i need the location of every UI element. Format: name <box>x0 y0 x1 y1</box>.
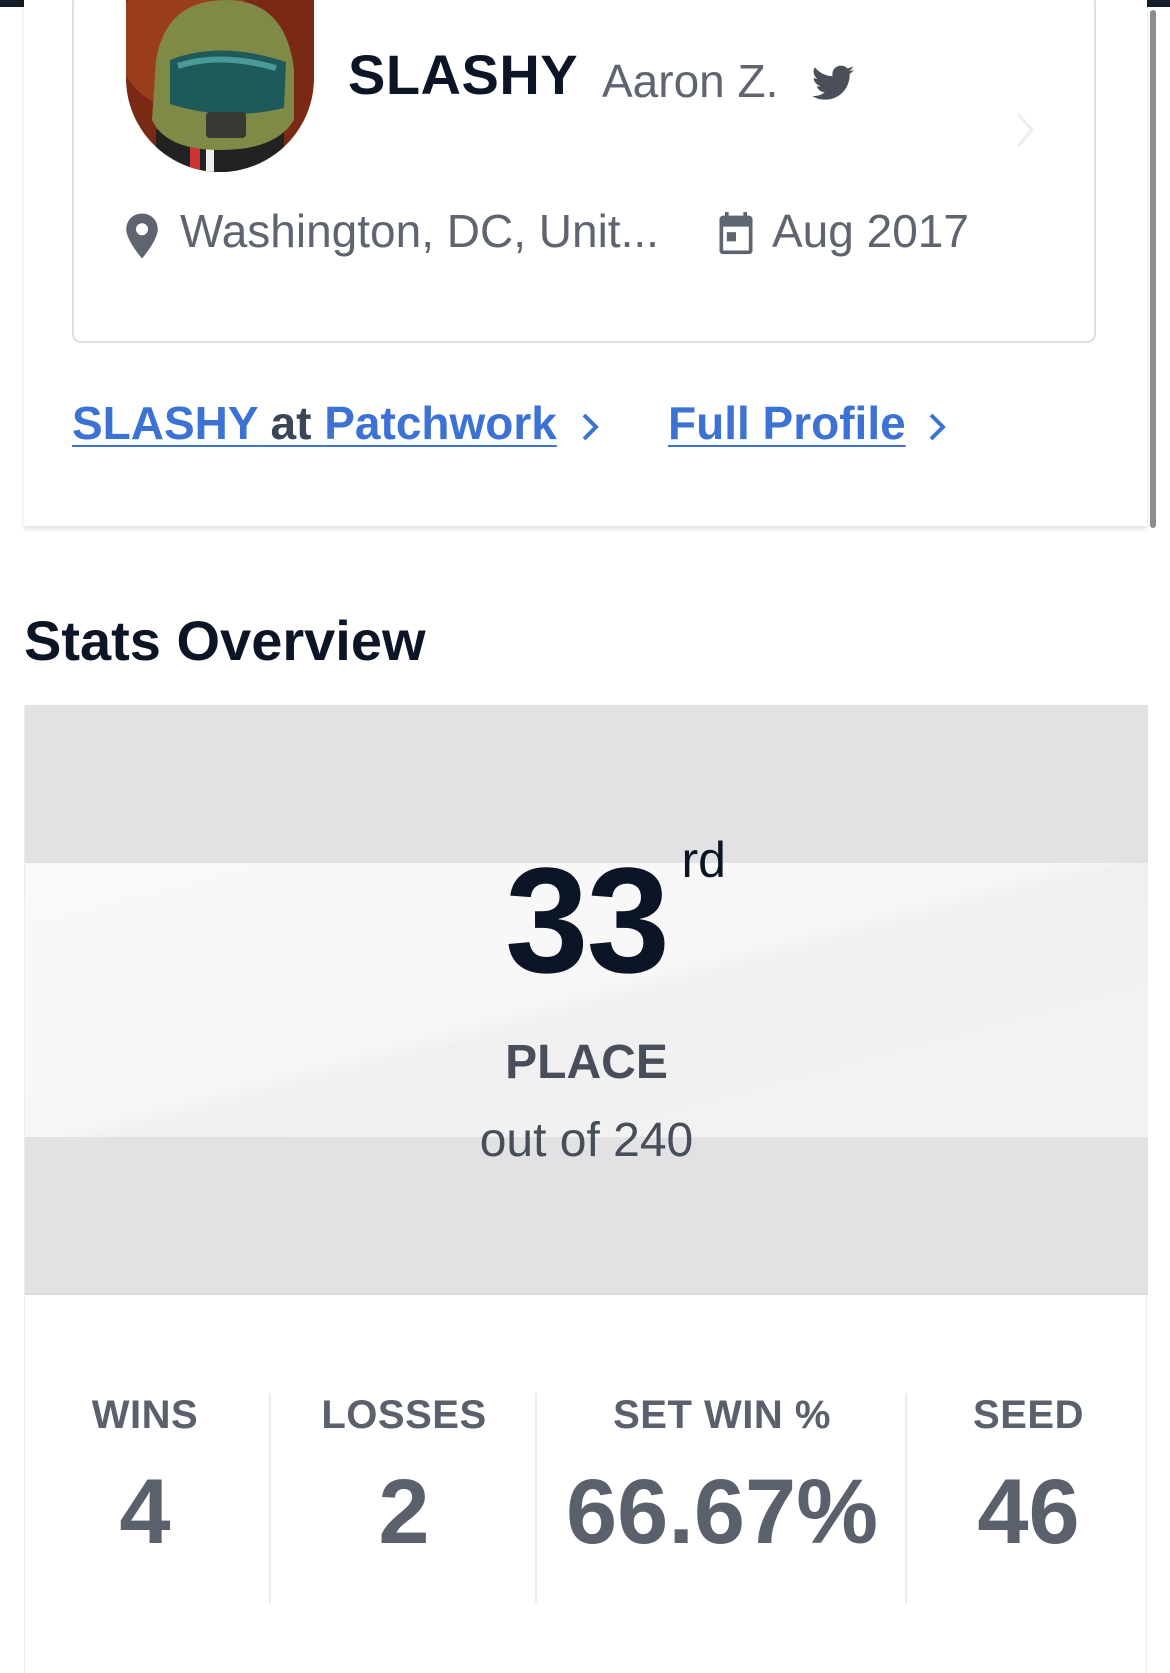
joined-date: Aug 2017 <box>772 205 969 257</box>
placement-panel: 33rd PLACE out of 240 <box>25 705 1148 1295</box>
stat-value: 46 <box>977 1461 1080 1563</box>
stat-losses: LOSSES 2 <box>273 1393 535 1558</box>
stat-label: LOSSES <box>321 1393 487 1437</box>
stat-value: 66.67% <box>565 1461 879 1563</box>
stats-card: 33rd PLACE out of 240 WINS 4 LOSSES 2 SE… <box>24 705 1148 1673</box>
stat-value: 4 <box>119 1461 171 1563</box>
placement-total: out of 240 <box>479 1114 694 1167</box>
real-name: Aaron Z. <box>602 55 779 107</box>
stat-divider <box>269 1393 271 1603</box>
event-link-tag: SLASHY <box>72 397 258 449</box>
location-text: Washington, DC, Unit... <box>180 205 659 257</box>
stat-value: 2 <box>378 1461 430 1563</box>
location-pin-icon <box>126 213 158 259</box>
section-title: Stats Overview <box>24 609 426 672</box>
stat-label: SEED <box>973 1393 1084 1437</box>
scrollbar[interactable] <box>1150 10 1156 528</box>
stat-wins: WINS 4 <box>25 1393 265 1558</box>
chevron-right-icon[interactable] <box>1010 108 1040 152</box>
twitter-icon[interactable] <box>810 60 856 106</box>
placement-number-value: 33 <box>505 836 670 1004</box>
gamer-tag: SLASHY <box>348 43 579 106</box>
placement-number: 33rd <box>505 835 726 995</box>
event-link-event: Patchwork <box>324 397 557 449</box>
full-profile-link[interactable]: Full Profile <box>668 396 906 450</box>
placement-label: PLACE <box>505 1036 668 1089</box>
placement-suffix: rd <box>681 832 726 888</box>
stat-label: WINS <box>91 1393 199 1437</box>
event-link-mid: at <box>257 397 325 449</box>
calendar-icon <box>719 212 753 255</box>
stat-set-win-pct: SET WIN % 66.67% <box>539 1393 905 1558</box>
stat-seed: SEED 46 <box>909 1393 1148 1558</box>
chevron-right-icon[interactable] <box>925 410 949 444</box>
stat-label: SET WIN % <box>613 1393 831 1437</box>
stat-divider <box>535 1393 537 1603</box>
chevron-right-icon[interactable] <box>578 410 602 444</box>
event-profile-link[interactable]: SLASHY at Patchwork <box>72 396 557 450</box>
stat-divider <box>905 1393 907 1603</box>
